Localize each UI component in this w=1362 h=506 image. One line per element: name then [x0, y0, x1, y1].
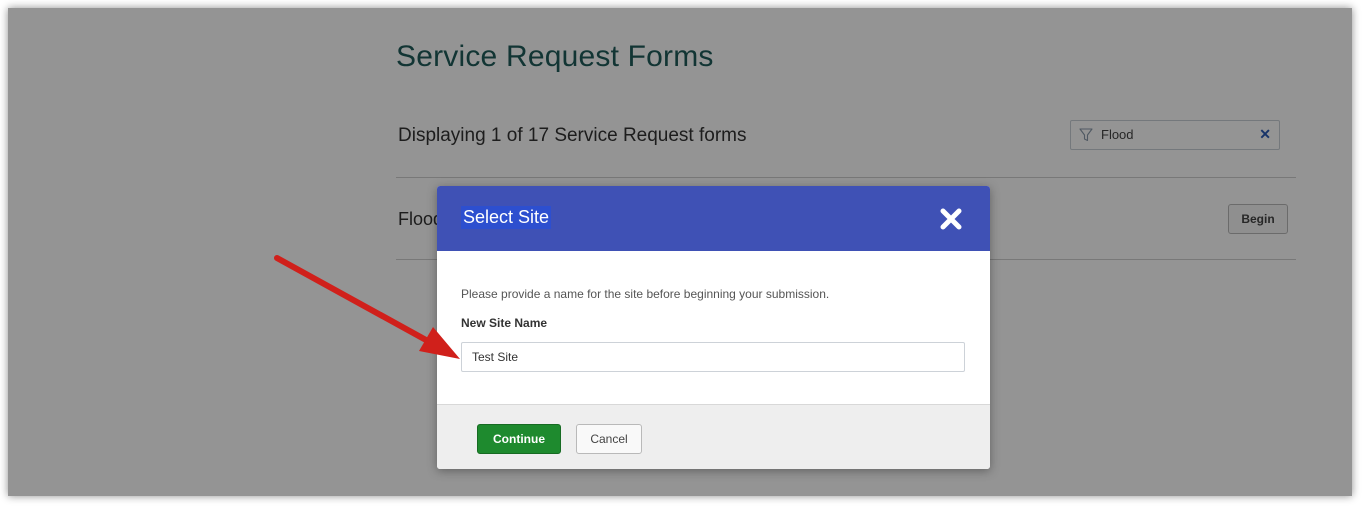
dialog-title: Select Site — [461, 206, 552, 229]
cancel-button[interactable]: Cancel — [576, 424, 642, 454]
dialog-prompt: Please provide a name for the site befor… — [461, 287, 830, 301]
close-icon[interactable] — [936, 204, 966, 234]
screenshot-frame: Service Request Forms Displaying 1 of 17… — [8, 8, 1352, 496]
continue-button[interactable]: Continue — [477, 424, 561, 454]
select-site-dialog: Select Site Please provide a name for th… — [437, 186, 990, 469]
dialog-header: Select Site — [437, 186, 990, 251]
dialog-footer: Continue Cancel — [437, 404, 990, 469]
dialog-body: Please provide a name for the site befor… — [437, 251, 990, 404]
site-name-label: New Site Name — [461, 316, 548, 330]
site-name-input[interactable] — [461, 342, 965, 372]
